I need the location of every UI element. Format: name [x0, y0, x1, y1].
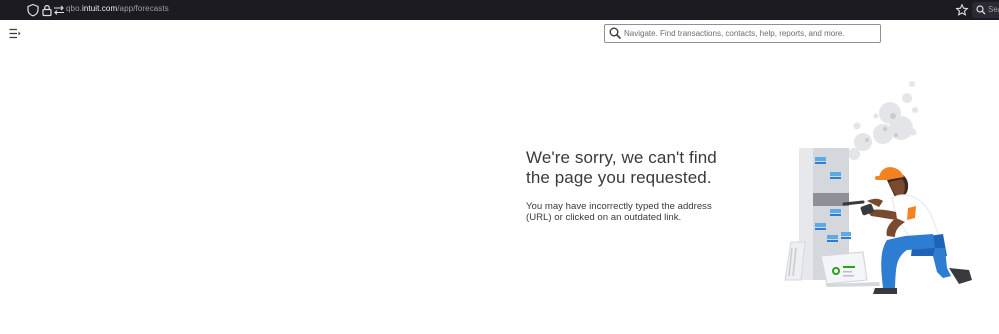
- error-title-line-1: We're sorry, we can't find: [526, 148, 717, 167]
- error-message: We're sorry, we can't find the page you r…: [526, 148, 756, 223]
- url-prefix: qbo.: [66, 4, 82, 13]
- error-description-line-1: You may have incorrectly typed the addre…: [526, 201, 712, 212]
- error-title-line-2: the page you requested.: [526, 168, 712, 187]
- browser-search-label: Sea: [988, 5, 999, 14]
- browser-search-field[interactable]: Sea: [972, 2, 999, 18]
- permissions-icon[interactable]: [52, 3, 66, 17]
- smoke-cloud-illustration: [848, 81, 918, 160]
- url-field[interactable]: qbo.intuit.com/app/forecasts: [66, 4, 169, 13]
- bookmark-star-icon[interactable]: [955, 3, 969, 17]
- technician-server-illustration: [784, 81, 972, 294]
- shield-icon[interactable]: [26, 3, 40, 17]
- navigate-search-box[interactable]: [604, 24, 881, 43]
- magnifier-icon: [609, 27, 621, 39]
- error-title: We're sorry, we can't find the page you r…: [526, 148, 756, 188]
- error-description-line-2: (URL) or clicked on an outdated link.: [526, 211, 682, 223]
- url-domain: intuit.com: [81, 4, 118, 13]
- error-description: You may have incorrectly typed the addre…: [526, 201, 756, 223]
- url-path: /app/forecasts: [117, 4, 169, 13]
- navigate-search-input[interactable]: [624, 26, 874, 40]
- menu-collapse-icon[interactable]: [9, 28, 21, 39]
- browser-toolbar: qbo.intuit.com/app/forecasts Sea: [0, 0, 999, 20]
- laptop-illustration: [820, 251, 880, 287]
- search-icon: [976, 5, 986, 15]
